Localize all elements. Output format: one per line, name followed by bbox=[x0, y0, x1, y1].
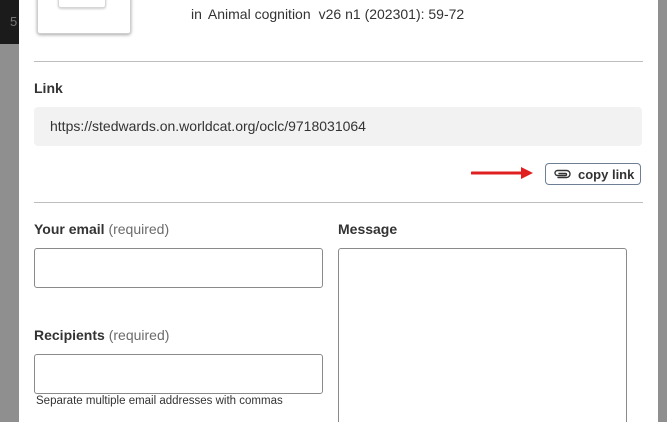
copy-link-button[interactable]: copy link bbox=[545, 163, 641, 185]
email-required-note: (required) bbox=[108, 221, 170, 237]
recipients-input[interactable] bbox=[34, 354, 323, 394]
link-label: Link bbox=[34, 80, 63, 96]
copy-link-label: copy link bbox=[578, 167, 635, 182]
link-url-text[interactable]: https://stedwards.on.worldcat.org/oclc/9… bbox=[50, 118, 366, 134]
item-cover-thumbnail bbox=[37, 0, 131, 34]
email-label: Your email (required) bbox=[34, 221, 169, 237]
paperclip-icon bbox=[554, 169, 571, 179]
share-dialog: in Animal cognition v26 n1 (202301): 59-72… bbox=[19, 0, 658, 422]
citation-source: Animal cognition bbox=[207, 6, 311, 22]
email-label-text: Your email bbox=[34, 221, 105, 237]
message-textarea[interactable] bbox=[338, 248, 627, 422]
citation-issue: v26 n1 (202301): 59-72 bbox=[318, 6, 465, 22]
document-icon bbox=[58, 0, 106, 8]
divider bbox=[34, 61, 643, 62]
recipients-hint: Separate multiple email addresses with c… bbox=[36, 395, 283, 407]
recipients-label: Recipients (required) bbox=[34, 327, 169, 343]
red-arrow-icon bbox=[471, 167, 533, 179]
message-label: Message bbox=[338, 221, 398, 237]
citation-line: in Animal cognition v26 n1 (202301): 59-72 bbox=[191, 6, 464, 22]
email-input[interactable] bbox=[34, 248, 323, 288]
link-url-field[interactable]: https://stedwards.on.worldcat.org/oclc/9… bbox=[34, 107, 642, 146]
recipients-label-text: Recipients bbox=[34, 327, 105, 343]
recipients-required-note: (required) bbox=[108, 327, 170, 343]
divider bbox=[34, 202, 643, 203]
citation-in-label: in bbox=[191, 6, 202, 22]
